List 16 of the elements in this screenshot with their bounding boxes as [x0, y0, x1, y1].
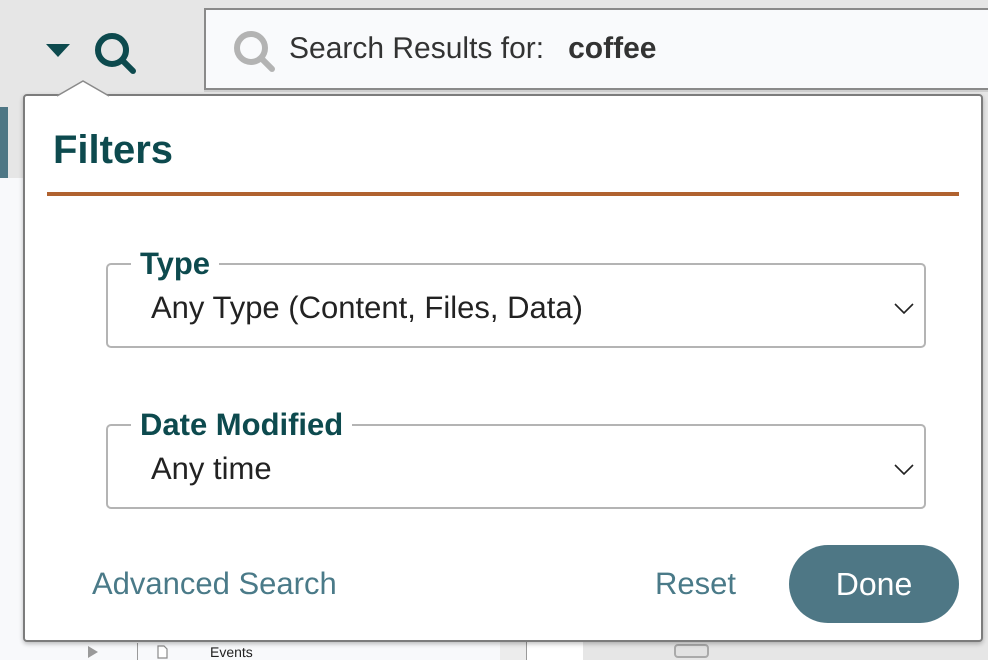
search-icon[interactable] [93, 31, 137, 75]
chevron-down-icon [894, 464, 914, 474]
search-icon [232, 29, 276, 73]
caret-icon[interactable] [46, 44, 70, 57]
search-results-label: Search Results for: [289, 32, 544, 66]
done-button[interactable]: Done [789, 545, 959, 623]
popup-title: Filters [53, 127, 174, 174]
collapsed-triangle-icon[interactable] [88, 646, 98, 658]
tree-item-label[interactable]: Events [210, 644, 253, 660]
dropdown-label: Date Modified [139, 407, 344, 443]
dropdown-label: Type [139, 246, 212, 282]
reset-button[interactable]: Reset [655, 566, 736, 602]
chevron-down-icon [894, 302, 914, 314]
search-query: coffee [568, 32, 656, 66]
tree-divider [137, 643, 138, 660]
advanced-search-link[interactable]: Advanced Search [92, 566, 337, 602]
